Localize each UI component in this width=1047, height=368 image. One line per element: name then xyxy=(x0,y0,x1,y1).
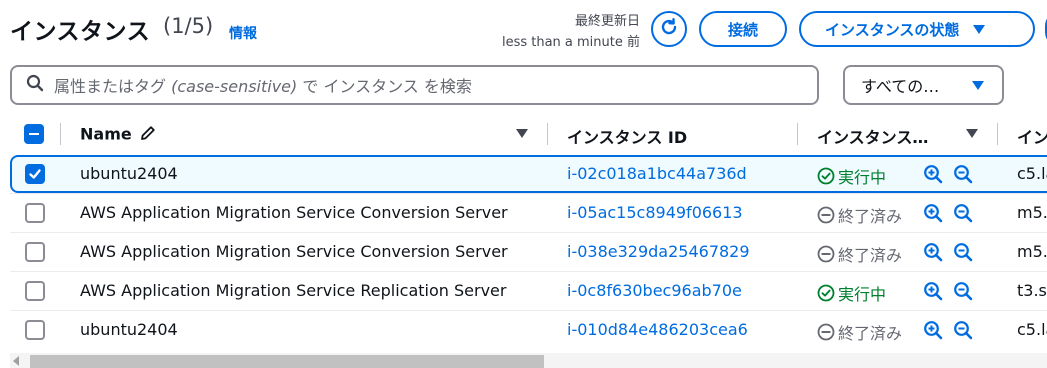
info-link[interactable]: 情報 xyxy=(229,23,257,43)
instance-id-link[interactable]: i-010d84e486203cea6 xyxy=(567,320,748,339)
last-updated-value: less than a minute 前 xyxy=(501,35,640,50)
select-all-checkbox[interactable] xyxy=(24,124,44,144)
instance-state: 終了済み xyxy=(817,203,902,227)
caret-down-icon xyxy=(973,24,986,34)
instance-state-button[interactable]: インスタンスの状態 xyxy=(799,11,1035,47)
row-checkbox[interactable] xyxy=(25,203,45,223)
instance-name: AWS Application Migration Service Replic… xyxy=(80,281,507,300)
status-stopped-icon xyxy=(817,323,835,341)
instance-state-label: インスタンスの状態 xyxy=(825,20,960,39)
column-divider xyxy=(997,123,998,145)
scrollbar-thumb[interactable] xyxy=(30,355,544,368)
search-placeholder: 属性またはタグ (case-sensitive) で インスタンス を検索 xyxy=(54,77,472,96)
row-checkbox[interactable] xyxy=(25,242,45,262)
zoom-out-icon[interactable] xyxy=(953,320,973,340)
instance-state-label: 終了済み xyxy=(838,246,903,265)
state-filter-select[interactable]: すべての… xyxy=(843,65,1004,105)
zoom-in-icon[interactable] xyxy=(923,164,943,184)
instance-id-link[interactable]: i-0c8f630bec96ab70e xyxy=(567,281,742,300)
column-divider xyxy=(797,123,798,145)
search-input[interactable]: 属性またはタグ (case-sensitive) で インスタンス を検索 xyxy=(10,65,819,105)
instance-state-label: 終了済み xyxy=(838,207,903,226)
pencil-icon xyxy=(139,124,157,146)
page-title: インスタンス xyxy=(10,19,151,45)
instance-state-label: 実行中 xyxy=(838,285,887,304)
column-header-instance-type[interactable]: イン xyxy=(1017,124,1047,148)
column-header-name[interactable]: Name xyxy=(80,124,157,146)
search-icon xyxy=(26,74,44,96)
instance-state-label: 実行中 xyxy=(838,168,887,187)
column-divider xyxy=(547,123,548,145)
instance-id-link[interactable]: i-05ac15c8949f06613 xyxy=(567,203,743,222)
instance-name: AWS Application Migration Service Conver… xyxy=(80,203,508,222)
instance-state: 終了済み xyxy=(817,242,902,266)
zoom-in-icon[interactable] xyxy=(923,203,943,223)
check-icon xyxy=(29,169,41,179)
instance-state: 実行中 xyxy=(817,164,886,188)
sort-desc-icon[interactable] xyxy=(516,129,528,138)
instance-type: m5. xyxy=(1017,242,1047,261)
instance-state: 実行中 xyxy=(817,281,886,305)
zoom-in-icon[interactable] xyxy=(923,242,943,262)
last-updated-label: 最終更新日 xyxy=(574,14,640,29)
zoom-in-icon[interactable] xyxy=(923,281,943,301)
column-header-instance-state[interactable]: インスタンス… xyxy=(817,124,928,148)
zoom-out-icon[interactable] xyxy=(953,203,973,223)
instance-state: 終了済み xyxy=(817,320,902,344)
sort-desc-icon[interactable] xyxy=(966,129,978,138)
instance-type: c5.la xyxy=(1017,320,1047,339)
state-filter-value: すべての… xyxy=(861,77,940,96)
instance-state-label: 終了済み xyxy=(838,324,903,343)
refresh-button[interactable] xyxy=(651,11,687,47)
row-checkbox[interactable] xyxy=(25,320,45,340)
column-divider xyxy=(60,123,61,145)
zoom-in-icon[interactable] xyxy=(923,320,943,340)
status-stopped-icon xyxy=(817,245,835,263)
caret-down-icon xyxy=(972,81,984,90)
status-success-icon xyxy=(817,167,835,185)
zoom-out-icon[interactable] xyxy=(953,164,973,184)
refresh-icon xyxy=(659,17,679,41)
row-checkbox[interactable] xyxy=(25,281,45,301)
instance-name: AWS Application Migration Service Conver… xyxy=(80,242,508,261)
instance-type: m5. xyxy=(1017,203,1047,222)
selection-count: (1/5) xyxy=(163,14,214,38)
instance-type: t3.s xyxy=(1017,281,1047,300)
instance-name: ubuntu2404 xyxy=(80,164,178,183)
zoom-out-icon[interactable] xyxy=(953,281,973,301)
scroll-left-arrow[interactable] xyxy=(13,356,19,366)
status-stopped-icon xyxy=(817,206,835,224)
instance-name: ubuntu2404 xyxy=(80,320,178,339)
status-success-icon xyxy=(817,284,835,302)
zoom-out-icon[interactable] xyxy=(953,242,973,262)
row-checkbox[interactable] xyxy=(25,164,45,184)
instance-id-link[interactable]: i-02c018a1bc44a736d xyxy=(567,164,747,183)
connect-button[interactable]: 接続 xyxy=(699,11,787,47)
instance-id-link[interactable]: i-038e329da25467829 xyxy=(567,242,750,261)
instance-type: c5.la xyxy=(1017,164,1047,183)
column-header-instance-id[interactable]: インスタンス ID xyxy=(567,124,687,148)
